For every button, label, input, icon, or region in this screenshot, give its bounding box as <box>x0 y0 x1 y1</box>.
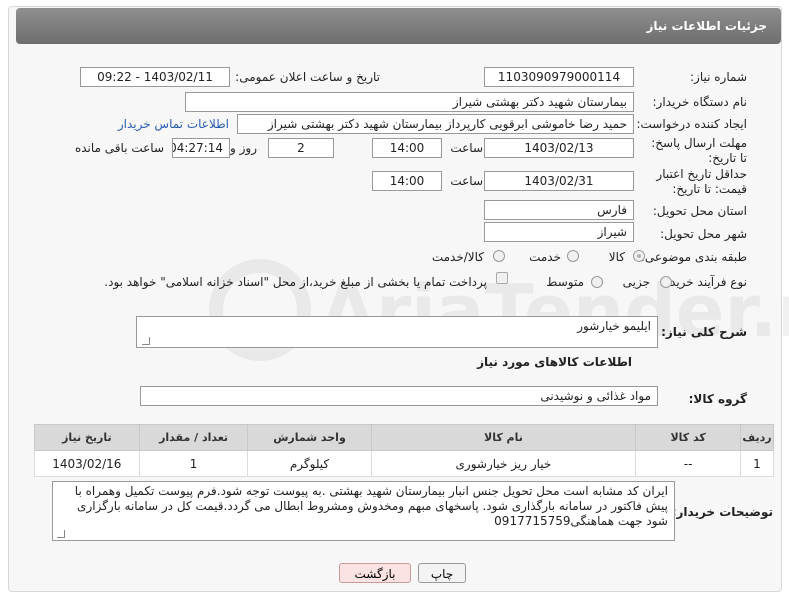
process-type-label: نوع فرآیند خرید : <box>662 275 747 289</box>
creator-field: حمید رضا خاموشی ابرقویی کارپرداز بیمارست… <box>237 114 634 134</box>
goods-group-field: مواد غذائی و نوشیدنی <box>140 386 658 406</box>
validity-time-field: 14:00 <box>372 171 442 191</box>
validity-date-field: 1403/02/31 <box>484 171 634 191</box>
province-label: استان محل تحویل: <box>652 204 747 218</box>
creator-label: ایجاد کننده درخواست: <box>636 117 747 131</box>
announce-label: تاریخ و ساعت اعلان عمومی: <box>235 70 380 84</box>
category-goods-service-radio[interactable] <box>493 250 505 262</box>
category-service-radio[interactable] <box>567 250 579 262</box>
process-minor-radio[interactable] <box>660 276 672 288</box>
watermark-logo: AriaTender.net <box>209 259 789 361</box>
buyer-notes-resize-handle[interactable] <box>57 530 65 538</box>
announce-field: 1403/02/11 - 09:22 <box>80 67 230 87</box>
reply-time-field: 14:00 <box>372 138 442 158</box>
col-header-goods-name: نام کالا <box>370 424 637 451</box>
goods-group-label: گروه کالا: <box>688 392 747 406</box>
days-remaining-field: 2 <box>268 138 334 158</box>
cell-goods-name: خیار ریز خیارشوری <box>370 450 637 477</box>
treasury-payment-checkbox[interactable] <box>496 272 508 284</box>
goods-table: ردیف کد کالا نام کالا واحد شمارش تعداد /… <box>34 424 775 477</box>
print-button[interactable]: چاپ <box>418 563 466 583</box>
category-goods-label: کالا <box>608 250 625 264</box>
col-header-goods-code: کد کالا <box>635 424 741 451</box>
category-goods-radio[interactable] <box>633 250 645 262</box>
need-number-label: شماره نیاز: <box>690 70 747 84</box>
days-label: روز و <box>230 141 257 155</box>
buyer-org-label: نام دستگاه خریدار: <box>652 95 748 109</box>
goods-info-title: اطلاعات کالاهای مورد نیاز <box>477 355 632 369</box>
table-row: 1 -- خیار ریز خیارشوری کیلوگرم 1 1403/02… <box>34 450 775 477</box>
category-label: طبقه بندی موضوعی: <box>640 250 747 264</box>
col-header-unit: واحد شمارش <box>247 424 372 451</box>
cell-need-date: 1403/02/16 <box>34 450 140 477</box>
process-medium-label: متوسط <box>546 275 584 289</box>
validity-time-label: ساعت <box>450 174 483 188</box>
col-header-row-number: ردیف <box>739 424 775 451</box>
buyer-org-field: بیمارستان شهید دکتر بهشتی شیراز <box>185 92 634 112</box>
remaining-time-field: 04:27:14 <box>172 138 230 158</box>
validity-label: حداقل تاریخ اعتبار قیمت: تا تاریخ: <box>656 167 747 196</box>
contact-buyer-link[interactable]: اطلاعات تماس خریدار <box>118 117 229 131</box>
summary-label: شرح کلی نیاز: <box>661 325 747 339</box>
summary-field: ایلیمو خیارشور <box>136 316 658 348</box>
reply-deadline-label: مهلت ارسال پاسخ: تا تاریخ: <box>651 136 747 165</box>
remaining-time-label: ساعت باقی مانده <box>74 141 164 155</box>
cell-unit: کیلوگرم <box>247 450 372 477</box>
summary-resize-handle[interactable] <box>142 337 150 345</box>
table-header-row: ردیف کد کالا نام کالا واحد شمارش تعداد /… <box>34 424 775 451</box>
province-field: فارس <box>484 200 634 220</box>
cell-quantity: 1 <box>138 450 249 477</box>
reply-time-label: ساعت <box>450 141 483 155</box>
need-number-field: 1103090979000114 <box>484 67 634 87</box>
buyer-notes-label: توضیحات خریدار: <box>671 505 773 519</box>
buyer-notes-field: ایران کد مشابه است محل تحویل جنس انبار ب… <box>52 481 675 541</box>
category-service-label: خدمت <box>529 250 561 264</box>
process-minor-label: جزیی <box>622 275 650 289</box>
col-header-quantity: تعداد / مقدار <box>138 424 249 451</box>
city-label: شهر محل تحویل: <box>660 227 747 241</box>
treasury-payment-note: پرداخت تمام یا بخشی از مبلغ خرید،از محل … <box>104 275 487 289</box>
cell-row-number: 1 <box>739 450 775 477</box>
category-goods-service-label: کالا/خدمت <box>431 250 484 264</box>
reply-date-field: 1403/02/13 <box>484 138 634 158</box>
page-title: جزئیات اطلاعات نیاز <box>16 8 781 44</box>
process-medium-radio[interactable] <box>591 276 603 288</box>
col-header-need-date: تاریخ نیاز <box>34 424 140 451</box>
cell-goods-code: -- <box>635 450 741 477</box>
city-field: شیراز <box>484 222 634 242</box>
back-button[interactable]: بازگشت <box>339 563 411 583</box>
